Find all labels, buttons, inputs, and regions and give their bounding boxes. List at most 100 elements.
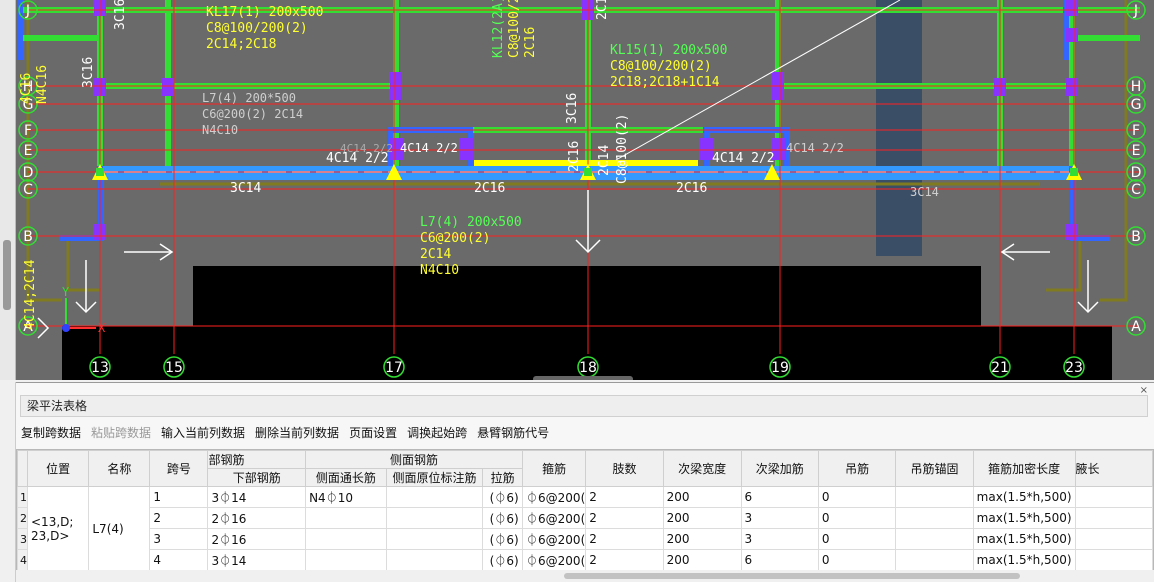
cell-sec-add[interactable]: 3: [740, 507, 819, 529]
col-dense-length[interactable]: 箍筋加密长度: [972, 450, 1076, 487]
cell-side-through[interactable]: [305, 549, 387, 571]
col-stirrup[interactable]: 箍筋: [522, 450, 587, 487]
table-horizontal-scrollbar[interactable]: [16, 570, 1154, 582]
cell-position[interactable]: <13,D; 23,D>: [26, 486, 90, 571]
note-v-2c14: 2C14: [597, 145, 612, 176]
page-setup-button[interactable]: 页面设置: [344, 421, 402, 445]
grid-row-label: B: [23, 229, 33, 245]
cell-span-no[interactable]: 4: [149, 549, 209, 571]
cell-sec-add[interactable]: 6: [740, 486, 819, 508]
copy-span-button[interactable]: 复制跨数据: [16, 421, 86, 445]
cell-side-through[interactable]: N4⏀10: [305, 486, 387, 508]
cell-haunch-length[interactable]: [1074, 549, 1153, 571]
cell-hanger-anchor[interactable]: [895, 486, 974, 508]
left-scroll-thumb[interactable]: [3, 240, 11, 310]
table-scroll-thumb[interactable]: [564, 573, 1020, 579]
col-sec-add[interactable]: 次梁加筋: [740, 450, 819, 487]
cantilever-code-button[interactable]: 悬臂钢筋代号: [472, 421, 554, 445]
cell-legs[interactable]: 2: [585, 549, 664, 571]
cell-dense-length[interactable]: max(1.5*h,500): [972, 549, 1076, 571]
input-column-button[interactable]: 输入当前列数据: [156, 421, 250, 445]
cell-bottom-rebar[interactable]: 3⏀14: [207, 549, 307, 571]
grid-row-label: D: [23, 165, 34, 181]
row-number[interactable]: 3: [17, 528, 28, 550]
cell-hanger[interactable]: 0: [817, 549, 897, 571]
cell-side-through[interactable]: [305, 528, 387, 550]
cell-side-through[interactable]: [305, 507, 387, 529]
cell-name[interactable]: L7(4): [88, 486, 151, 571]
note-kl12-a: KL12(2A): [491, 0, 506, 58]
grid-col-label: 13: [91, 360, 109, 376]
cell-span-no[interactable]: 3: [149, 528, 209, 550]
cad-drawing-canvas[interactable]: Y X 13 15 17 18 19 21 23 JJHHGGFFEEDDCCBBAA KL…: [0, 0, 1154, 380]
left-vertical-scrollbar[interactable]: [0, 0, 16, 380]
cell-sec-add[interactable]: 6: [740, 549, 819, 571]
cell-sec-width[interactable]: 200: [662, 486, 742, 508]
cell-hanger-anchor[interactable]: [895, 549, 974, 571]
col-bottom-rebar[interactable]: 下部钢筋: [207, 468, 307, 487]
cell-tie[interactable]: (⏀6): [482, 528, 524, 550]
cell-sec-add[interactable]: 3: [740, 528, 819, 550]
row-number[interactable]: 1: [17, 486, 28, 508]
col-side-through[interactable]: 侧面通长筋: [305, 468, 387, 487]
cell-sec-width[interactable]: 200: [662, 528, 742, 550]
col-legs[interactable]: 肢数: [585, 450, 664, 487]
paste-span-button[interactable]: 粘贴跨数据: [86, 421, 156, 445]
cell-hanger[interactable]: 0: [817, 528, 897, 550]
cell-sec-width[interactable]: 200: [662, 507, 742, 529]
cell-bottom-rebar[interactable]: 2⏀16: [207, 507, 307, 529]
table-row[interactable]: 1 <13,D; 23,D> L7(4) 1 3⏀14 N4⏀10 (⏀6) ⏀6@200(2…: [17, 486, 1153, 571]
table-row[interactable]: 4 4 3⏀14 (⏀6) ⏀6@200(2 200 6 0 max(1.5*h,500): [17, 549, 1153, 571]
cell-dense-length[interactable]: max(1.5*h,500): [972, 486, 1076, 508]
col-tie[interactable]: 拉筋: [482, 468, 524, 487]
col-sec-width[interactable]: 次梁宽度: [662, 450, 742, 487]
cell-tie[interactable]: (⏀6): [482, 507, 524, 529]
canvas-splitter[interactable]: [533, 376, 633, 380]
cell-stirrup[interactable]: ⏀6@200(: [522, 486, 587, 508]
axis-x-label: X: [98, 321, 106, 335]
cell-dense-length[interactable]: max(1.5*h,500): [972, 528, 1076, 550]
cell-tie[interactable]: (⏀6): [482, 486, 524, 508]
col-haunch-length[interactable]: 腋长: [1074, 450, 1153, 487]
table-row[interactable]: 2 2 2⏀16 (⏀6) ⏀6@200(2 200 3 0 max(1.5*h,500): [17, 507, 1153, 529]
delete-column-button[interactable]: 删除当前列数据: [250, 421, 344, 445]
cell-dense-length[interactable]: max(1.5*h,500): [972, 507, 1076, 529]
col-hanger-anchor[interactable]: 吊筋锚固: [895, 450, 974, 487]
cell-side-original[interactable]: [385, 507, 484, 529]
note-bot-a: 3C14: [230, 181, 261, 196]
col-name[interactable]: 名称: [88, 450, 151, 487]
col-side-original[interactable]: 侧面原位标注筋: [385, 468, 484, 487]
cell-side-original[interactable]: [385, 486, 484, 508]
row-number[interactable]: 2: [17, 507, 28, 529]
cell-haunch-length[interactable]: [1074, 528, 1153, 550]
cell-legs[interactable]: 2: [585, 507, 664, 529]
beam-table-panel: × 梁平法表格 复制跨数据 粘贴跨数据 输入当前列数据 删除当前列数据 页面设置…: [16, 382, 1154, 582]
cell-legs[interactable]: 2: [585, 528, 664, 550]
cell-stirrup[interactable]: ⏀6@200(: [522, 549, 587, 571]
cell-side-original[interactable]: [385, 549, 484, 571]
col-hanger[interactable]: 吊筋: [817, 450, 897, 487]
table-row[interactable]: 3 3 2⏀16 (⏀6) ⏀6@200(2 200 3 0 max(1.5*h,500): [17, 528, 1153, 550]
cell-hanger[interactable]: 0: [817, 507, 897, 529]
swap-start-span-button[interactable]: 调换起始跨: [402, 421, 472, 445]
cell-haunch-length[interactable]: [1074, 486, 1153, 508]
cell-sec-width[interactable]: 200: [662, 549, 742, 571]
cell-span-no[interactable]: 2: [149, 507, 209, 529]
col-position[interactable]: 位置: [26, 450, 90, 487]
cell-stirrup[interactable]: ⏀6@200(: [522, 528, 587, 550]
cell-bottom-rebar[interactable]: 2⏀16: [207, 528, 307, 550]
cell-hanger-anchor[interactable]: [895, 507, 974, 529]
row-number[interactable]: 4: [17, 549, 28, 571]
note-kl15-b: C8@100/200(2): [610, 59, 712, 74]
cell-side-original[interactable]: [385, 528, 484, 550]
cell-legs[interactable]: 2: [585, 486, 664, 508]
cell-stirrup[interactable]: ⏀6@200(: [522, 507, 587, 529]
shaft-rect: [876, 0, 922, 256]
cell-haunch-length[interactable]: [1074, 507, 1153, 529]
cell-bottom-rebar[interactable]: 3⏀14: [207, 486, 307, 508]
col-span-no[interactable]: 跨号: [149, 450, 209, 487]
cell-hanger-anchor[interactable]: [895, 528, 974, 550]
cell-hanger[interactable]: 0: [817, 486, 897, 508]
cell-tie[interactable]: (⏀6): [482, 549, 524, 571]
cell-span-no[interactable]: 1: [149, 486, 209, 508]
